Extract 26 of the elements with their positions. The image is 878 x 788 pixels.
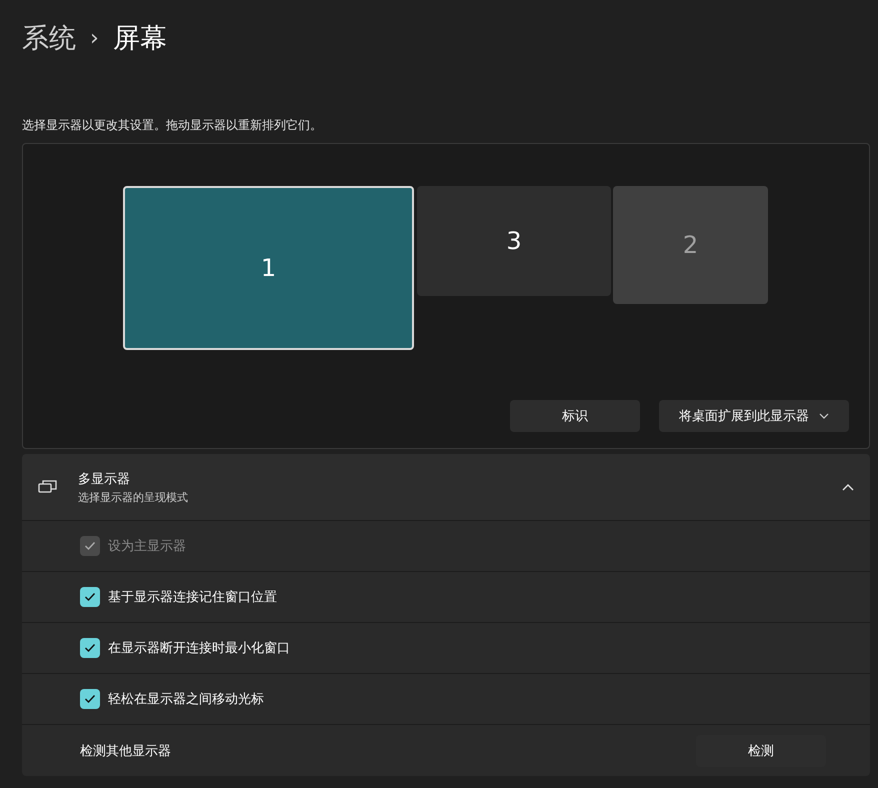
extend-dropdown[interactable]: 将桌面扩展到此显示器	[659, 400, 849, 432]
checkbox[interactable]	[80, 587, 100, 607]
breadcrumb-parent[interactable]: 系统	[22, 20, 76, 56]
monitor-tile[interactable]: 2	[613, 186, 768, 304]
section-header[interactable]: 多显示器 选择显示器的呈现模式	[22, 454, 870, 520]
checkmark-icon	[84, 694, 96, 704]
checkmark-icon	[84, 592, 96, 602]
page-title: 屏幕	[112, 22, 167, 56]
checkbox[interactable]	[80, 638, 100, 658]
option-label: 设为主显示器	[108, 538, 186, 555]
option-label: 轻松在显示器之间移动光标	[108, 691, 264, 708]
monitors-icon	[38, 479, 58, 495]
instruction-text: 选择显示器以更改其设置。拖动显示器以重新排列它们。	[22, 117, 323, 134]
section-title: 多显示器	[78, 470, 131, 488]
monitor-tile[interactable]: 3	[417, 186, 611, 296]
section-subtitle: 选择显示器的呈现模式	[78, 490, 189, 504]
monitor-tile[interactable]: 1	[123, 186, 414, 350]
checkmark-icon	[84, 643, 96, 653]
option-label: 基于显示器连接记住窗口位置	[108, 589, 277, 606]
chevron-down-icon	[819, 413, 829, 419]
option-label: 在显示器断开连接时最小化窗口	[108, 640, 290, 657]
checkbox[interactable]	[80, 689, 100, 709]
identify-button[interactable]: 标识	[510, 400, 640, 432]
detect-label: 检测其他显示器	[80, 742, 172, 760]
checkmark-icon	[84, 541, 96, 551]
breadcrumb-separator: ›	[90, 26, 99, 50]
